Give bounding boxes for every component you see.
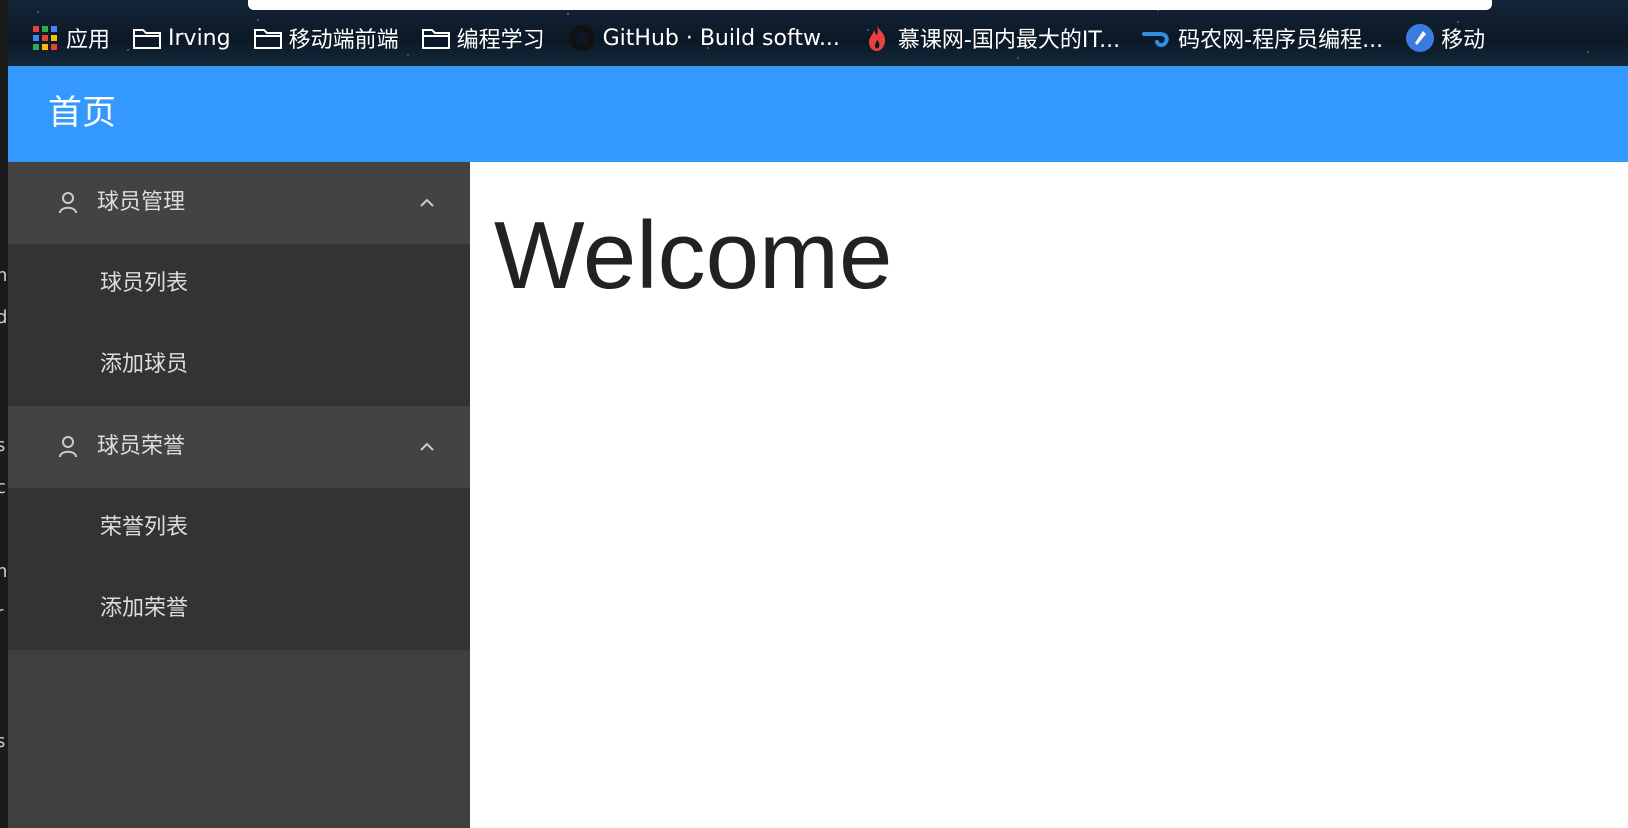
- background-char: c: [0, 477, 6, 498]
- main-content: Welcome: [470, 162, 1628, 828]
- bookmark-github[interactable]: GitHub · Build softw...: [567, 18, 840, 58]
- chevron-up-icon[interactable]: [417, 437, 437, 457]
- menu-group-label: 球员荣誉: [97, 434, 186, 459]
- user-icon: [58, 435, 78, 459]
- background-window-edge: n d s c l n r s: [0, 0, 8, 828]
- menu-item-player-list[interactable]: 球员列表: [8, 244, 470, 325]
- address-bar[interactable]: [248, 0, 1492, 10]
- background-char: s: [0, 731, 6, 752]
- bookmark-label: Irving: [168, 25, 231, 51]
- background-char: n: [0, 265, 8, 286]
- menu-group-player-honors[interactable]: 球员荣誉: [8, 406, 470, 488]
- chevron-up-icon[interactable]: [417, 193, 437, 213]
- background-char: s: [0, 435, 6, 456]
- menu-group-player-management[interactable]: 球员管理: [8, 162, 470, 244]
- bookmark-label: 码农网-程序员编程...: [1178, 28, 1384, 53]
- bookmark-mobile[interactable]: 移动: [1405, 18, 1485, 58]
- bookmark-folder-mobile-frontend[interactable]: 移动端前端: [253, 18, 399, 58]
- bookmark-codenong[interactable]: 码农网-程序员编程...: [1142, 18, 1383, 58]
- bookmark-label: 移动端前端: [288, 28, 399, 53]
- user-icon: [58, 191, 78, 215]
- background-char: d: [0, 307, 8, 328]
- bookmark-label: 移动: [1441, 28, 1486, 53]
- menu-item-honor-list[interactable]: 荣誉列表: [8, 488, 470, 569]
- submenu-player-management: 球员列表 添加球员: [8, 244, 470, 406]
- menu-item-label: 添加荣誉: [100, 596, 189, 621]
- background-char: n: [0, 561, 8, 582]
- bookmark-apps[interactable]: 应用: [30, 18, 110, 58]
- bookmark-label: 编程学习: [456, 28, 545, 53]
- menu-group-label: 球员管理: [97, 190, 186, 215]
- bookmark-folder-irving[interactable]: Irving: [132, 18, 231, 58]
- bookmarks-list: 应用 Irving 移动端前端 编程学习 GitHub · Build soft…: [8, 18, 1507, 58]
- background-char: l: [0, 520, 8, 540]
- bookmark-folder-programming[interactable]: 编程学习: [421, 18, 545, 58]
- bookmarks-bar: 应用 Irving 移动端前端 编程学习 GitHub · Build soft…: [8, 0, 1628, 66]
- codenong-icon: [1142, 23, 1172, 53]
- folder-icon: [132, 23, 162, 53]
- apps-grid-icon: [30, 23, 60, 53]
- bookmark-label: 慕课网-国内最大的IT...: [897, 28, 1121, 53]
- github-icon: [567, 23, 597, 53]
- folder-icon: [421, 23, 451, 53]
- menu-item-add-honor[interactable]: 添加荣誉: [8, 569, 470, 650]
- bookmark-label: 应用: [66, 28, 111, 53]
- folder-icon: [253, 23, 283, 53]
- menu-item-label: 添加球员: [100, 352, 189, 377]
- welcome-heading: Welcome: [494, 202, 893, 309]
- app-header: 首页: [8, 66, 1628, 162]
- menu-item-label: 荣誉列表: [100, 515, 189, 540]
- rocket-icon: [1405, 23, 1435, 53]
- home-title[interactable]: 首页: [48, 90, 116, 136]
- submenu-player-honors: 荣誉列表 添加荣誉: [8, 488, 470, 650]
- flame-icon: [862, 23, 892, 53]
- sidebar-menu: 球员管理 球员列表 添加球员 球员荣誉 荣誉列表 添加荣誉: [8, 162, 470, 828]
- menu-item-add-player[interactable]: 添加球员: [8, 325, 470, 406]
- background-char: r: [0, 604, 8, 624]
- bookmark-label: GitHub · Build softw...: [602, 25, 840, 51]
- menu-item-label: 球员列表: [100, 271, 189, 296]
- bookmark-imooc[interactable]: 慕课网-国内最大的IT...: [862, 18, 1120, 58]
